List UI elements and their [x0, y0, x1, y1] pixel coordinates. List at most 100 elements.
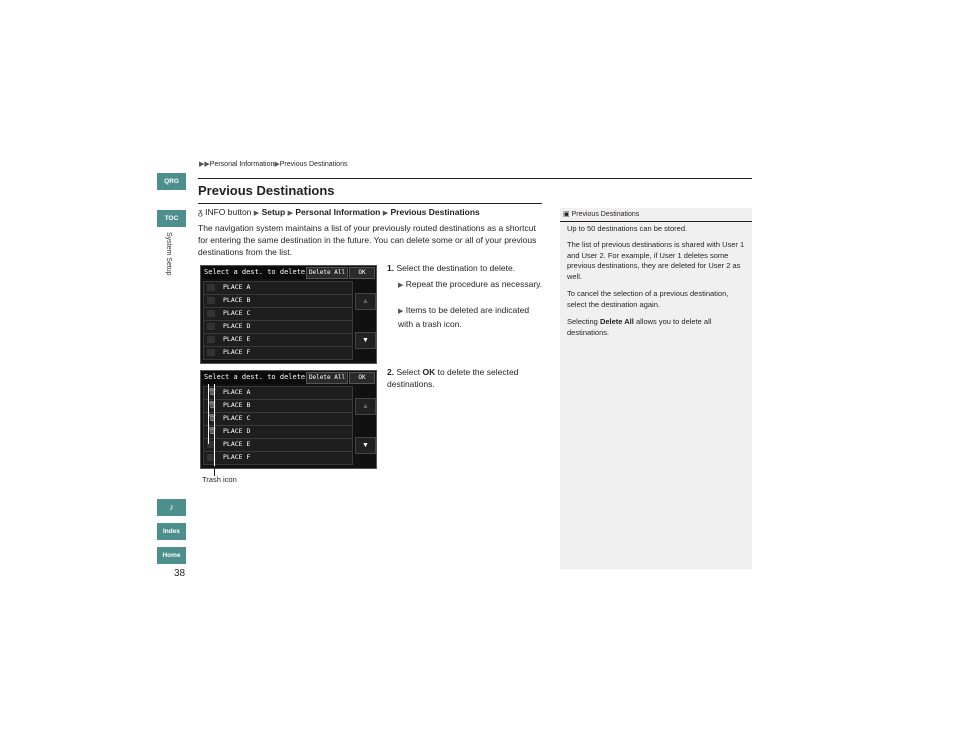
screen-title: Select a dest. to delete	[204, 373, 306, 381]
step-number: 2.	[387, 367, 395, 377]
note-title: Previous Destinations	[571, 211, 640, 218]
checkbox-icon	[207, 336, 215, 343]
step-text: Select the destination to delete.	[396, 263, 516, 273]
step-2: 2. Select OK to delete the selected dest…	[387, 366, 532, 390]
place-label: PLACE E	[223, 440, 251, 448]
scroll-up-button[interactable]: ▲	[355, 293, 376, 310]
delete-all-button[interactable]: Delete All	[306, 267, 348, 279]
list-item[interactable]: 🗑 PLACE B	[203, 399, 353, 413]
path-personal-info: Personal Information	[295, 207, 381, 217]
place-label: PLACE C	[223, 309, 251, 317]
arrow-down-icon: ▼	[362, 442, 369, 449]
scroll-down-button[interactable]: ▼	[355, 437, 376, 454]
checkbox-icon	[207, 349, 215, 356]
step-1-sub-2: ▶ Items to be deleted are indicated with…	[398, 304, 543, 330]
note-header: ▣ Previous Destinations	[563, 210, 639, 218]
list-item[interactable]: PLACE E	[203, 333, 353, 347]
nav-screen-1: Select a dest. to delete Delete All OK P…	[200, 265, 377, 364]
checkbox-icon	[207, 284, 215, 291]
section-label: System Setup	[165, 232, 172, 276]
triangle-icon: ▶	[398, 308, 404, 315]
path-previous-destinations: Previous Destinations	[390, 207, 480, 217]
list-item[interactable]: 🗑 PLACE D	[203, 425, 353, 439]
scroll-down-button[interactable]: ▼	[355, 332, 376, 349]
triangle-icon: ▶	[382, 210, 389, 217]
list-item[interactable]: PLACE F	[203, 346, 353, 360]
callout-line	[214, 384, 215, 476]
list-item[interactable]: PLACE C	[203, 307, 353, 321]
intro-paragraph: The navigation system maintains a list o…	[198, 223, 537, 257]
nav-screen-2: Select a dest. to delete Delete All OK 🗑…	[200, 370, 377, 469]
trash-icon: 🗑	[208, 402, 217, 409]
breadcrumb-item[interactable]: Personal Information	[210, 161, 275, 168]
step-text: Select	[396, 367, 421, 377]
breadcrumb-item[interactable]: Previous Destinations	[280, 161, 348, 168]
list-item[interactable]: 🗑 PLACE A	[203, 386, 353, 400]
arrow-down-icon: ▼	[362, 337, 369, 344]
triangle-icon: ▶	[253, 210, 260, 217]
note-panel: ▣ Previous Destinations Up to 50 destina…	[560, 208, 752, 569]
place-label: PLACE D	[223, 427, 251, 435]
note-paragraph: Selecting Delete All allows you to delet…	[567, 317, 747, 338]
voice-icon: ♪	[169, 502, 174, 512]
info-icon: ᵹ	[198, 207, 203, 217]
path-start: INFO button	[205, 207, 252, 217]
list-item[interactable]: PLACE D	[203, 320, 353, 334]
note-text: Selecting	[567, 317, 598, 326]
header-rule	[198, 178, 752, 179]
step-number: 1.	[387, 263, 395, 273]
tab-index[interactable]: Index	[157, 523, 186, 540]
list-item[interactable]: 🗑 PLACE C	[203, 412, 353, 426]
checkbox-icon	[207, 323, 215, 330]
tab-home[interactable]: Home	[157, 547, 186, 564]
list-item[interactable]: PLACE B	[203, 294, 353, 308]
place-label: PLACE A	[223, 283, 251, 291]
tab-toc[interactable]: TOC	[157, 210, 186, 227]
menu-path: ᵹ INFO button ▶ Setup ▶ Personal Informa…	[198, 207, 480, 217]
breadcrumb: ▶▶Personal Information▶Previous Destinat…	[199, 160, 347, 168]
path-setup: Setup	[261, 207, 286, 217]
trash-icon: 🗑	[208, 389, 217, 396]
place-label: PLACE C	[223, 414, 251, 422]
place-label: PLACE F	[223, 348, 251, 356]
place-label: PLACE B	[223, 401, 251, 409]
place-label: PLACE B	[223, 296, 251, 304]
callout-line	[208, 384, 209, 444]
note-paragraph: Up to 50 destinations can be stored.	[567, 224, 688, 233]
place-label: PLACE D	[223, 322, 251, 330]
scroll-up-button[interactable]: ▲	[355, 398, 376, 415]
ok-label: OK	[422, 367, 436, 377]
arrow-up-icon: ▲	[362, 298, 369, 305]
trash-icon: 🗑	[208, 428, 217, 435]
tab-qrg[interactable]: QRG	[157, 173, 186, 190]
checkbox-icon	[207, 310, 215, 317]
list-item[interactable]: PLACE A	[203, 281, 353, 295]
note-icon: ▣	[563, 211, 570, 218]
page-number: 38	[174, 568, 186, 579]
page-title: Previous Destinations	[198, 183, 335, 198]
triangle-icon: ▶	[287, 210, 293, 217]
list-item[interactable]: PLACE F	[203, 451, 353, 465]
triangle-icon: ▶▶	[199, 161, 210, 168]
triangle-icon: ▶	[398, 282, 404, 289]
list-item[interactable]: PLACE E	[203, 438, 353, 452]
checkbox-icon	[207, 297, 215, 304]
delete-all-button[interactable]: Delete All	[306, 372, 348, 384]
place-label: PLACE F	[223, 453, 251, 461]
sub-text: Repeat the procedure as necessary.	[405, 279, 543, 289]
note-paragraph: The list of previous destinations is sha…	[567, 240, 745, 281]
trash-caption: Trash icon	[202, 475, 237, 484]
note-rule	[560, 221, 752, 222]
title-rule	[198, 203, 542, 204]
arrow-up-icon: ▲	[362, 403, 369, 410]
ok-button[interactable]: OK	[349, 267, 375, 279]
note-paragraph: To cancel the selection of a previous de…	[567, 289, 729, 309]
sub-text: Items to be deleted are indicated with a…	[398, 305, 530, 329]
screen-title: Select a dest. to delete	[204, 268, 306, 276]
note-bold: Delete All	[599, 317, 634, 326]
ok-button[interactable]: OK	[349, 372, 375, 384]
step-1: 1. Select the destination to delete.	[387, 262, 515, 274]
place-label: PLACE E	[223, 335, 251, 343]
place-label: PLACE A	[223, 388, 251, 396]
tab-voice[interactable]: ♪	[157, 499, 186, 516]
